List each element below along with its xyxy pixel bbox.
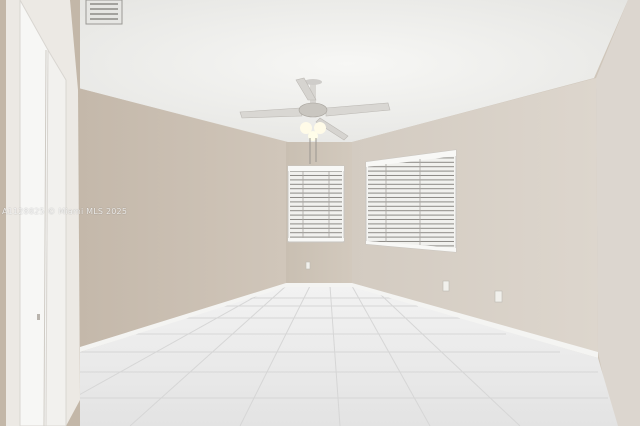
watermark-text: A1128825 © Miami MLS 2025 <box>2 207 128 216</box>
far-right-wall <box>596 0 640 426</box>
closet-door-inner <box>45 48 67 426</box>
baseboard-back <box>286 283 352 287</box>
ceiling-air-vent <box>85 0 123 25</box>
wall-outlet-right-2 <box>494 290 503 303</box>
window-blinds-large <box>365 149 457 253</box>
window-blinds-small <box>287 165 345 243</box>
wall-outlet-right <box>442 280 450 292</box>
closet-door-handle <box>37 314 40 320</box>
wall-outlet-back <box>305 261 311 270</box>
